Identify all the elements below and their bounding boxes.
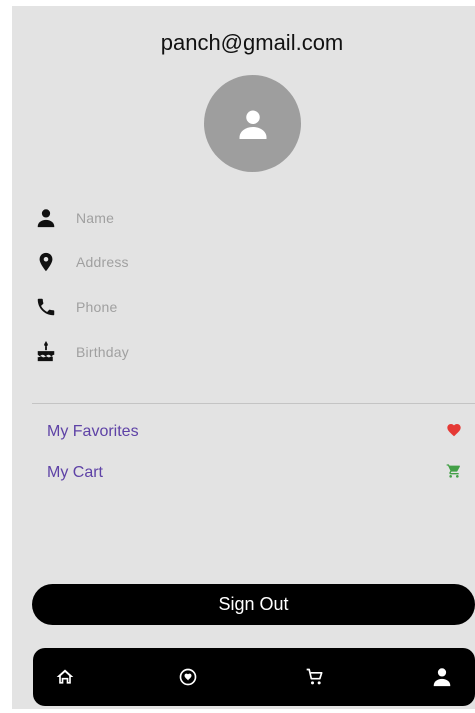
my-cart-item[interactable]: My Cart — [47, 460, 462, 486]
section-divider — [32, 403, 475, 404]
location-pin-icon — [32, 248, 60, 276]
user-email: panch@gmail.com — [160, 30, 344, 55]
bottom-nav-bar — [33, 648, 475, 706]
cart-icon — [446, 463, 462, 484]
person-icon — [433, 668, 451, 687]
nav-cart-button[interactable] — [303, 665, 327, 689]
nav-favorites-button[interactable] — [176, 665, 200, 689]
address-field[interactable]: Address — [32, 248, 452, 276]
heart-icon — [446, 422, 462, 443]
my-favorites-item[interactable]: My Favorites — [47, 419, 462, 445]
avatar[interactable] — [204, 75, 301, 172]
nav-profile-button[interactable] — [430, 665, 454, 689]
my-favorites-label: My Favorites — [47, 423, 139, 440]
my-cart-label: My Cart — [47, 464, 103, 481]
heart-circle-icon — [179, 668, 197, 686]
birthday-field[interactable]: Birthday — [32, 338, 452, 366]
name-placeholder: Name — [76, 210, 115, 226]
phone-field[interactable]: Phone — [32, 293, 452, 321]
sign-out-button[interactable]: Sign Out — [32, 584, 475, 625]
person-icon — [32, 204, 60, 232]
nav-home-button[interactable] — [53, 665, 77, 689]
address-placeholder: Address — [76, 254, 129, 270]
cart-icon — [306, 668, 323, 685]
cake-icon — [32, 338, 60, 366]
phone-icon — [32, 293, 60, 321]
birthday-placeholder: Birthday — [76, 344, 129, 360]
name-field[interactable]: Name — [32, 204, 452, 232]
phone-placeholder: Phone — [76, 299, 118, 315]
person-icon — [239, 110, 266, 139]
profile-screen: panch@gmail.com Name Address Phone Birth… — [12, 6, 475, 709]
home-icon — [56, 669, 74, 684]
